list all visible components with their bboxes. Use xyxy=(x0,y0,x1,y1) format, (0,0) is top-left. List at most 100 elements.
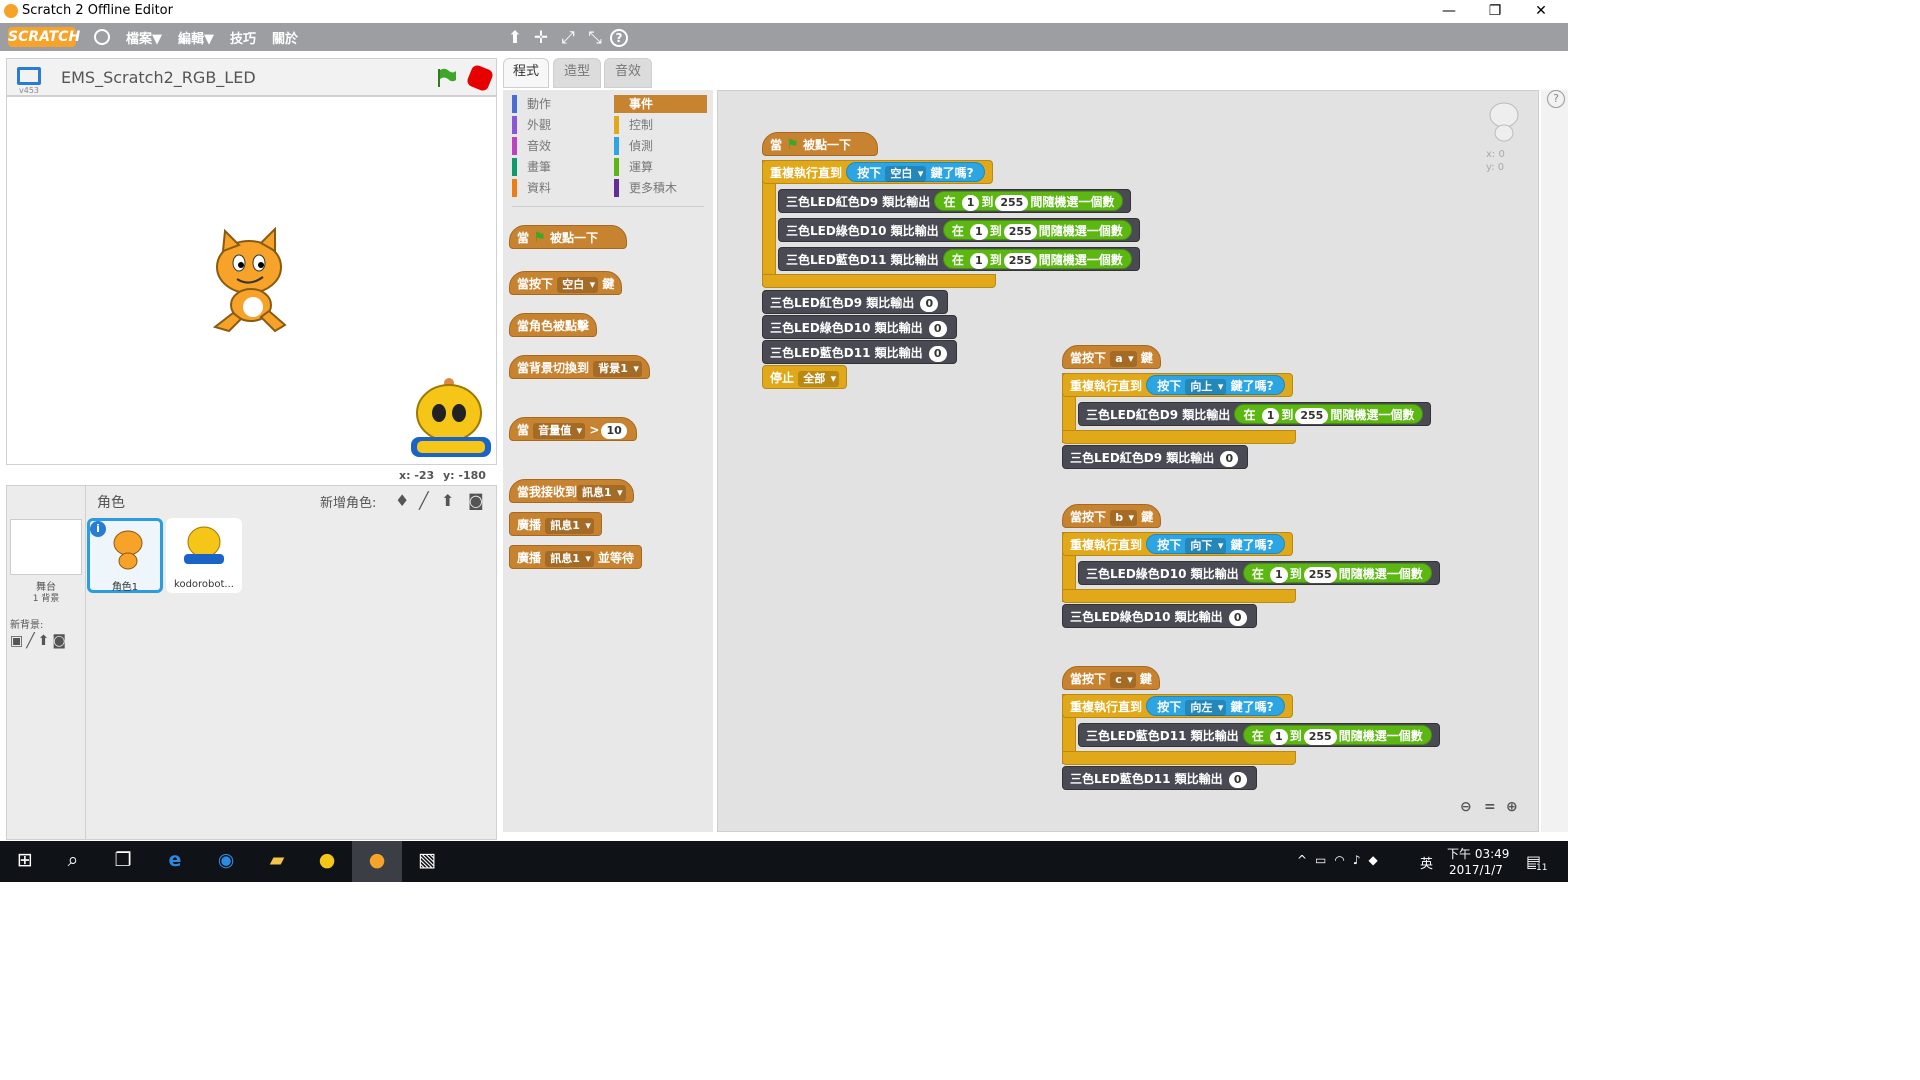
category-sensing[interactable]: 偵測 xyxy=(614,137,704,155)
project-name[interactable]: EMS_Scratch2_RGB_LED xyxy=(61,68,256,87)
number-input[interactable]: 1 xyxy=(961,194,980,211)
shrink-tool-icon[interactable]: ⤡ xyxy=(584,28,606,48)
help-tool-icon[interactable]: ? xyxy=(610,29,628,47)
menu-about[interactable]: 關於 xyxy=(272,28,298,47)
system-tray-icons[interactable]: ^▭◠♪◆ xyxy=(1297,853,1386,867)
category-data[interactable]: 資料 xyxy=(512,179,602,197)
led-red-random-block[interactable]: 三色LED紅色D9 類比輸出 在 1 到 255 間隨機選一個數 xyxy=(1078,402,1432,426)
key-dropdown[interactable]: 空白 xyxy=(885,165,927,182)
duplicate-tool-icon[interactable]: ⬆ xyxy=(504,28,526,48)
palette-broadcast-block[interactable]: 廣播 訊息1 xyxy=(509,512,602,536)
led-green-random-block[interactable]: 三色LED綠色D10 類比輸出 在 1 到 255 間隨機選一個數 xyxy=(1078,561,1440,585)
script-a-when-key-block[interactable]: 當按下 a 鍵 xyxy=(1062,345,1161,369)
palette-broadcast-wait-block[interactable]: 廣播 訊息1 並等待 xyxy=(509,545,643,569)
clock-time[interactable]: 下午 03:49 xyxy=(1447,845,1509,862)
edge-browser-icon[interactable]: e xyxy=(160,849,190,875)
zoom-in-icon[interactable]: ⊕ xyxy=(1506,799,1518,815)
random-operator[interactable]: 在 1 到 255 間隨機選一個數 xyxy=(1242,725,1432,745)
tab-sounds[interactable]: 音效 xyxy=(604,58,652,88)
number-input[interactable]: 0 xyxy=(1220,450,1239,467)
led-blue-random-block[interactable]: 三色LED藍色D11 類比輸出 在 1 到 255 間隨機選一個數 xyxy=(778,247,1140,271)
clock-date[interactable]: 2017/1/7 xyxy=(1449,863,1503,877)
windows-start-icon[interactable]: ⊞ xyxy=(10,849,40,875)
number-input[interactable]: 255 xyxy=(1003,223,1037,240)
led-green-random-block[interactable]: 三色LED綠色D10 類比輸出 在 1 到 255 間隨機選一個數 xyxy=(778,218,1140,242)
message-dropdown[interactable]: 訊息1 xyxy=(545,550,594,567)
script-b-repeat-until-block[interactable]: 重複執行直到 按下 向下 鍵了嗎? xyxy=(1062,532,1293,556)
tab-scripts[interactable]: 程式 xyxy=(503,58,549,88)
sprite-thumb-kodorobot[interactable]: kodorobot... xyxy=(166,518,242,593)
new-backdrop-tools-icon[interactable]: ▣╱⬆◙ xyxy=(10,633,69,649)
key-dropdown[interactable]: 向左 xyxy=(1185,699,1227,716)
script-c-when-key-block[interactable]: 當按下 c 鍵 xyxy=(1062,666,1160,690)
camera-sprite-icon[interactable]: ◙ xyxy=(468,491,484,510)
number-input[interactable]: 255 xyxy=(1295,407,1329,424)
menu-file[interactable]: 檔案▼ xyxy=(126,28,162,47)
script1-when-flag-block[interactable]: 當 ⚑ 被點一下 xyxy=(762,132,878,156)
upload-sprite-icon[interactable]: ⬆ xyxy=(441,491,454,510)
number-input[interactable]: 0 xyxy=(1228,771,1247,788)
led-red-random-block[interactable]: 三色LED紅色D9 類比輸出 在 1 到 255 間隨機選一個數 xyxy=(778,189,1132,213)
category-pen[interactable]: 畫筆 xyxy=(512,158,602,176)
file-explorer-icon[interactable]: ▰ xyxy=(262,849,292,875)
led-blue-zero-block[interactable]: 三色LED藍色D11 類比輸出 0 xyxy=(762,340,957,364)
sprite-thumb-cat[interactable]: i 角色1 xyxy=(87,518,163,593)
palette-when-flag-block[interactable]: 當 ⚑ 被點一下 xyxy=(509,225,627,249)
kodorobot-app-icon[interactable]: ● xyxy=(312,849,342,875)
led-red-zero-block[interactable]: 三色LED紅色D9 類比輸出 0 xyxy=(762,290,949,314)
search-app-icon[interactable]: ◉ xyxy=(211,849,241,875)
info-icon[interactable]: i xyxy=(90,521,106,537)
sprite-library-icon[interactable]: ♦ xyxy=(395,491,409,510)
script-a-repeat-until-block[interactable]: 重複執行直到 按下 向上 鍵了嗎? xyxy=(1062,373,1293,397)
tab-costumes[interactable]: 造型 xyxy=(553,58,601,88)
random-operator[interactable]: 在 1 到 255 間隨機選一個數 xyxy=(942,249,1132,269)
backdrop-dropdown[interactable]: 背景1 xyxy=(593,360,642,377)
key-dropdown[interactable]: 向下 xyxy=(1185,537,1227,554)
number-input[interactable]: 255 xyxy=(1003,252,1037,269)
random-operator[interactable]: 在 1 到 255 間隨機選一個數 xyxy=(942,220,1132,240)
stage-canvas[interactable] xyxy=(6,96,497,465)
stop-icon[interactable] xyxy=(465,63,495,93)
ime-indicator[interactable]: 英 xyxy=(1420,853,1433,872)
green-flag-icon[interactable] xyxy=(435,67,457,89)
palette-when-backdrop-block[interactable]: 當背景切換到 背景1 xyxy=(509,355,650,379)
number-input[interactable]: 0 xyxy=(920,295,939,312)
script-c-repeat-until-block[interactable]: 重複執行直到 按下 向左 鍵了嗎? xyxy=(1062,694,1293,718)
palette-when-receive-block[interactable]: 當我接收到 訊息1 xyxy=(509,479,634,503)
key-dropdown[interactable]: 向上 xyxy=(1185,378,1227,395)
led-blue-random-block[interactable]: 三色LED藍色D11 類比輸出 在 1 到 255 間隨機選一個數 xyxy=(1078,723,1440,747)
number-input[interactable]: 1 xyxy=(1261,407,1280,424)
language-globe-icon[interactable] xyxy=(94,29,110,45)
led-green-zero-block[interactable]: 三色LED綠色D10 類比輸出 0 xyxy=(762,315,957,339)
kodorobot-sprite[interactable] xyxy=(407,373,495,463)
key-pressed-sensor[interactable]: 按下 向上 鍵了嗎? xyxy=(1146,375,1285,395)
stage-thumbnail[interactable] xyxy=(10,519,82,575)
random-operator[interactable]: 在 1 到 255 間隨機選一個數 xyxy=(934,191,1124,211)
menu-edit[interactable]: 編輯▼ xyxy=(178,28,214,47)
close-button[interactable]: ✕ xyxy=(1518,0,1564,23)
random-operator[interactable]: 在 1 到 255 間隨機選一個數 xyxy=(1234,404,1424,424)
category-looks[interactable]: 外觀 xyxy=(512,116,602,134)
loudness-dropdown[interactable]: 音量值 xyxy=(533,422,586,439)
stop-all-block[interactable]: 停止 全部 xyxy=(762,365,848,389)
number-input[interactable]: 0 xyxy=(928,345,947,362)
palette-when-key-block[interactable]: 當按下 空白 鍵 xyxy=(509,271,623,295)
led-green-zero-block[interactable]: 三色LED綠色D10 類比輸出 0 xyxy=(1062,604,1257,628)
scratch-taskbar-button[interactable]: ● xyxy=(352,841,402,882)
scratch-cat-sprite[interactable] xyxy=(201,227,301,337)
number-input[interactable]: 255 xyxy=(1303,566,1337,583)
key-pressed-sensor[interactable]: 按下 空白 鍵了嗎? xyxy=(846,162,985,182)
key-pressed-sensor[interactable]: 按下 向下 鍵了嗎? xyxy=(1146,534,1285,554)
number-input[interactable]: 10 xyxy=(601,422,627,439)
category-control[interactable]: 控制 xyxy=(614,116,704,134)
search-icon[interactable]: ⌕ xyxy=(58,849,88,875)
number-input[interactable]: 0 xyxy=(928,320,947,337)
zoom-out-icon[interactable]: ⊖ xyxy=(1460,799,1472,815)
number-input[interactable]: 1 xyxy=(1270,728,1288,745)
grow-tool-icon[interactable]: ⤢ xyxy=(557,28,579,48)
random-operator[interactable]: 在 1 到 255 間隨機選一個數 xyxy=(1242,563,1432,583)
number-input[interactable]: 255 xyxy=(1303,728,1337,745)
key-dropdown[interactable]: b xyxy=(1110,509,1138,526)
category-motion[interactable]: 動作 xyxy=(512,95,602,113)
number-input[interactable]: 255 xyxy=(995,194,1029,211)
